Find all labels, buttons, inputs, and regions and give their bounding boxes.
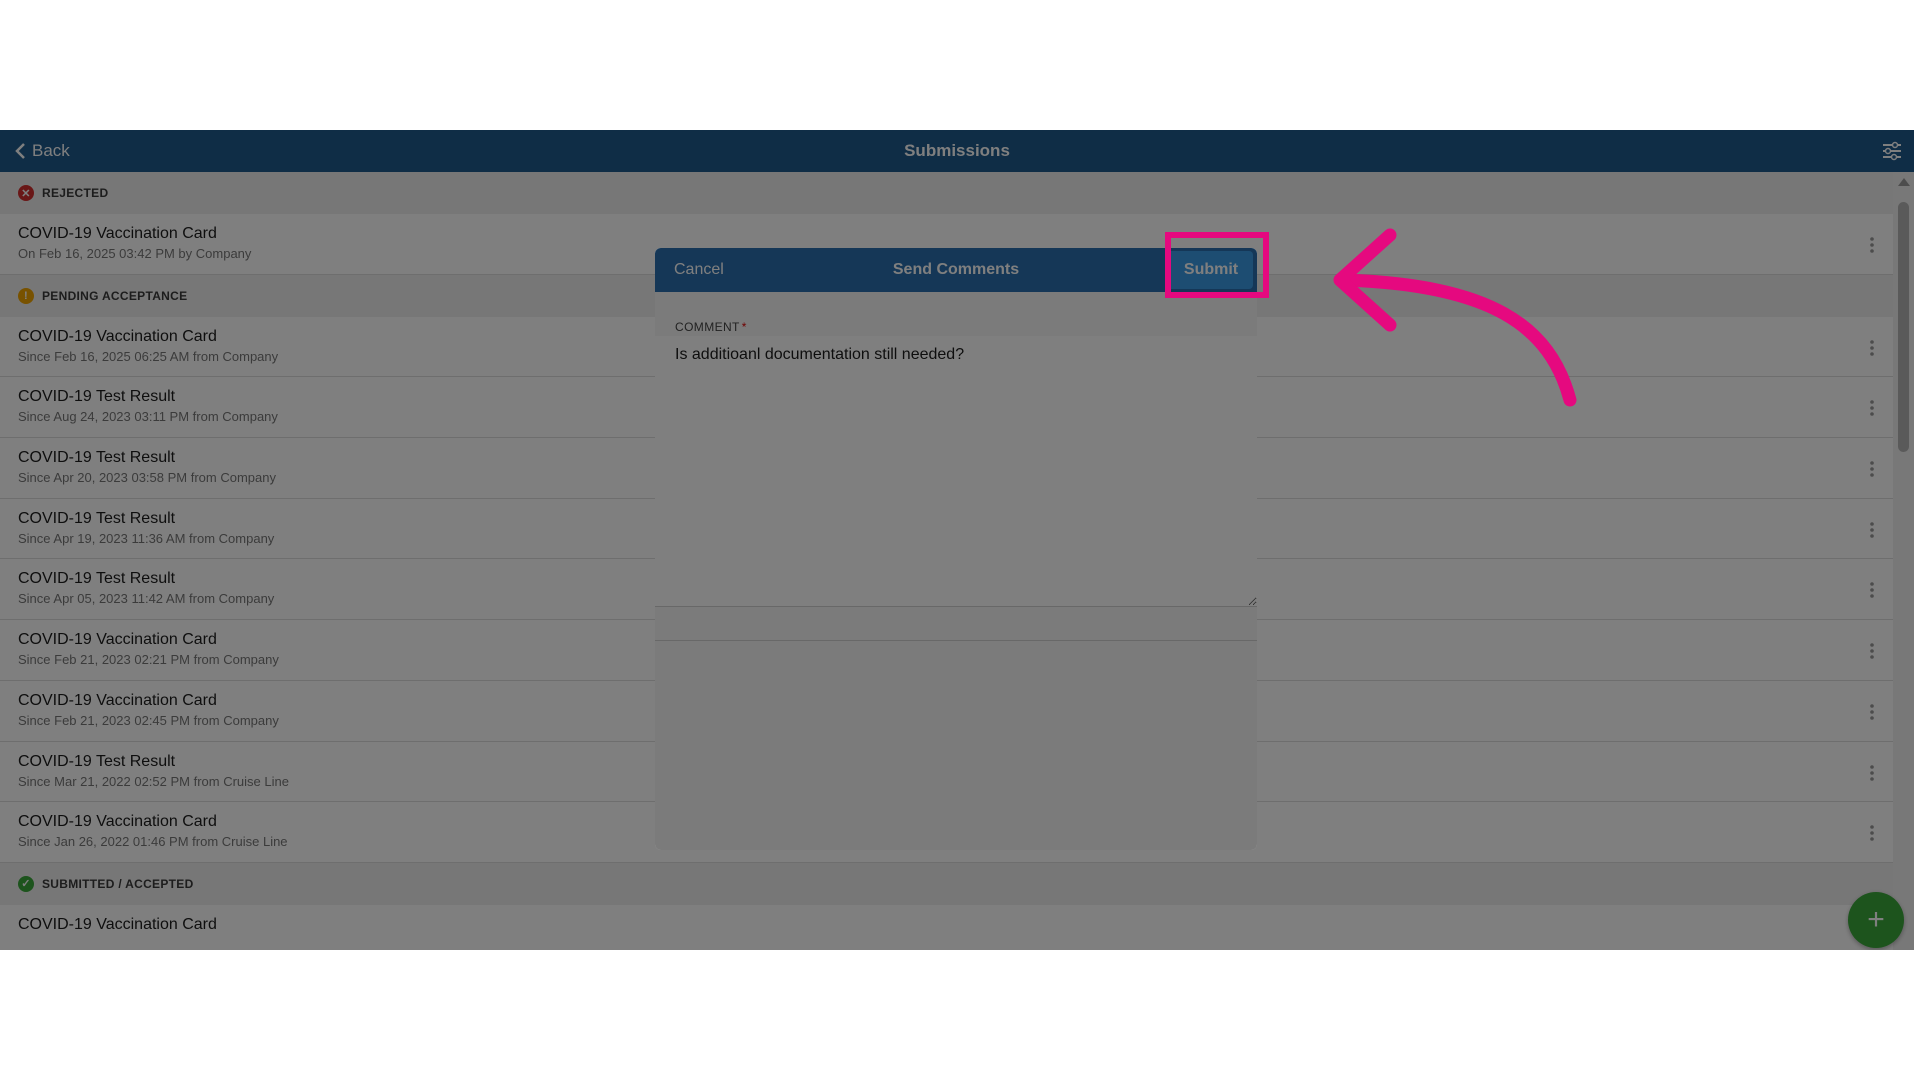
send-comments-dialog: Cancel Send Comments Submit COMMENT * Is …	[655, 248, 1257, 850]
cancel-button[interactable]: Cancel	[674, 248, 724, 292]
divider	[655, 640, 1257, 641]
submit-button[interactable]: Submit	[1169, 251, 1253, 289]
required-mark: *	[741, 320, 747, 334]
divider	[655, 606, 1257, 607]
comment-label-text: COMMENT	[675, 320, 740, 334]
dialog-title: Send Comments	[892, 261, 1020, 278]
dialog-header: Cancel Send Comments Submit	[655, 248, 1257, 292]
submissions-app: Back Submissions ✕REJECTEDCOVID-19 Vacci…	[0, 130, 1914, 950]
comment-input[interactable]: Is additioanl documentation still needed…	[655, 336, 1257, 606]
comment-label: COMMENT *	[675, 320, 747, 334]
